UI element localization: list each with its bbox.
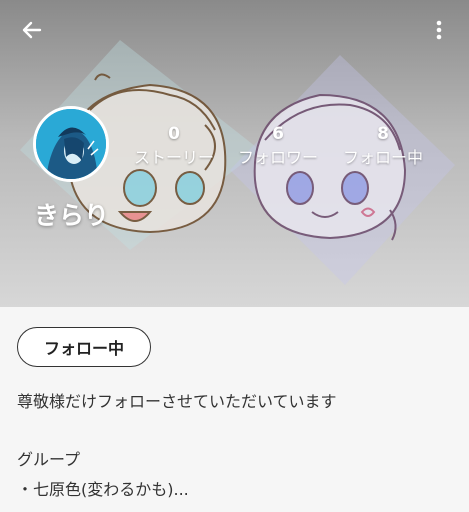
stat-label: フォロワー: [237, 148, 318, 167]
stat-label: ストーリー: [133, 148, 214, 167]
bio-line: ・七原色(変わるかも)...: [17, 480, 189, 499]
avatar-image: [36, 109, 106, 179]
more-options-button[interactable]: [419, 10, 459, 50]
stat-stories[interactable]: 0 ストーリー: [131, 123, 217, 169]
more-vertical-icon: [436, 20, 442, 40]
arrow-left-icon: [22, 21, 42, 39]
stat-count: 8: [377, 124, 389, 144]
avatar[interactable]: [33, 106, 109, 182]
following-button[interactable]: フォロー中: [17, 327, 151, 367]
stat-following[interactable]: 8 フォロー中: [339, 123, 427, 169]
stat-count: 0: [168, 124, 180, 144]
stat-count: 6: [272, 124, 284, 144]
bio-line: グループ: [17, 450, 81, 469]
back-button[interactable]: [12, 10, 52, 50]
stat-followers[interactable]: 6 フォロワー: [234, 123, 322, 169]
profile-name: きらり: [34, 201, 110, 230]
bio-line: 尊敬様だけフォローさせていただいています: [17, 392, 337, 411]
profile-header: きらり 0 ストーリー 6 フォロワー 8 フォロー中: [0, 0, 469, 307]
stat-label: フォロー中: [342, 148, 423, 167]
